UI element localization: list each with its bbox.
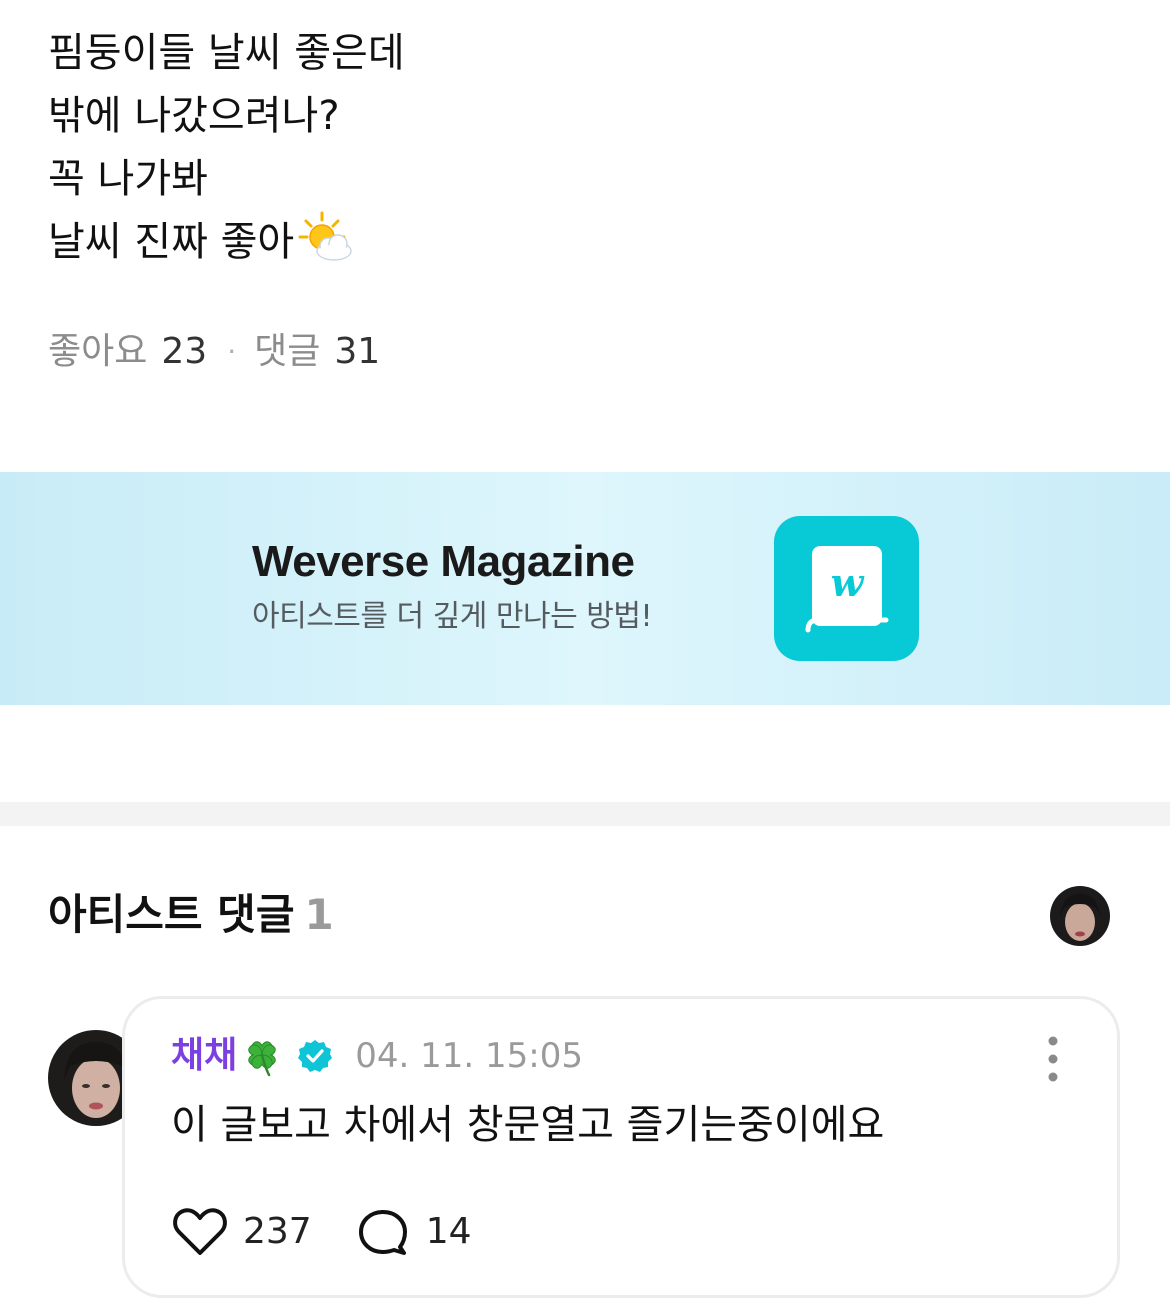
post-line-with-emoji: 날씨 진짜 좋아 [48, 211, 1048, 274]
more-options-button[interactable] [1033, 1029, 1073, 1089]
comment-like-button[interactable]: 237 [171, 1205, 312, 1259]
weverse-post-page: 핌둥이들 날씨 좋은데 밖에 나갔으려나? 꼭 나가봐 날씨 진짜 좋아 좋아요… [0, 0, 1170, 1314]
comment-reply-count: 14 [425, 1211, 472, 1252]
svg-text:w: w [831, 560, 865, 605]
speech-bubble-icon [358, 1210, 407, 1255]
heart-icon [173, 1208, 227, 1255]
post-line: 밖에 나갔으려나? [48, 93, 340, 139]
post-stats: 좋아요 23 · 댓글 31 [48, 330, 380, 374]
artist-avatar-small[interactable] [1050, 886, 1110, 946]
comments-count[interactable]: 31 [334, 330, 380, 374]
four-leaf-clover-icon [248, 1041, 276, 1077]
comments-label[interactable]: 댓글 [254, 330, 320, 374]
post-line: 꼭 나가봐 [48, 156, 208, 202]
post-line-text: 날씨 진짜 좋아 [48, 219, 295, 265]
likes-count[interactable]: 23 [161, 330, 207, 374]
artist-comments-label: 아티스트 댓글 [48, 890, 295, 939]
stats-separator: · [227, 335, 237, 368]
comment-like-count: 237 [243, 1211, 312, 1252]
section-divider [0, 802, 1170, 826]
likes-label[interactable]: 좋아요 [48, 330, 147, 374]
weverse-magazine-book-icon: w [774, 516, 919, 661]
comment-actions: 237 14 [171, 1205, 472, 1259]
post-line: 핌둥이들 날씨 좋은데 [48, 30, 405, 76]
comment-timestamp: 04. 11. 15:05 [355, 1036, 583, 1076]
artist-comments-title: 아티스트 댓글 1 [48, 888, 334, 942]
post-body: 핌둥이들 날씨 좋은데 밖에 나갔으려나? 꼭 나가봐 날씨 진짜 좋아 [48, 22, 1048, 274]
comment-reply-button[interactable]: 14 [354, 1205, 472, 1259]
comment-text: 이 글보고 차에서 창문열고 즐기는중이에요 [171, 1102, 885, 1148]
comment-author-name[interactable]: 채채 [171, 1034, 237, 1078]
more-vertical-icon [1048, 1036, 1058, 1082]
banner-subtitle: 아티스트를 더 깊게 만나는 방법! [252, 599, 652, 634]
verified-badge-icon [298, 1040, 333, 1072]
artist-comments-count: 1 [304, 890, 334, 939]
comment-header: 채채 04. 11. 15:05 [171, 1033, 583, 1079]
banner-title: Weverse Magazine [252, 537, 635, 586]
artist-comment-card: 채채 04. 11. 15:05 이 글보고 차에서 창문열고 즐기는중이에요 … [122, 996, 1120, 1298]
sun-behind-cloud-icon [298, 211, 354, 263]
weverse-magazine-banner[interactable]: Weverse Magazine 아티스트를 더 깊게 만나는 방법! w [0, 472, 1170, 705]
